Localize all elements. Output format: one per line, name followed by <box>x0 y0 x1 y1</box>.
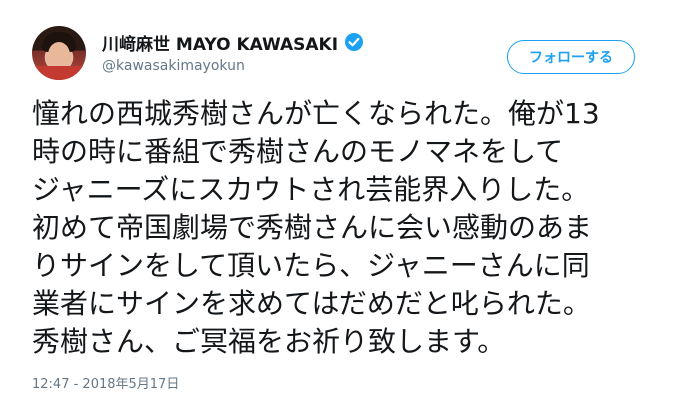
display-name[interactable]: 川﨑麻世 MAYO KAWASAKI <box>102 30 338 55</box>
tweet-text-line: りサインをして頂いたら、ジャニーさんに同 <box>32 249 590 282</box>
avatar-collar <box>32 66 86 80</box>
author-name-row: 川﨑麻世 MAYO KAWASAKI <box>102 30 364 55</box>
tweet-text-line: 時の時に番組で秀樹さんのモノマネをして <box>32 135 564 168</box>
tweet-text-line: ジャニーズにスカウトされ芸能界入りした。 <box>32 173 590 206</box>
tweet-card: 川﨑麻世 MAYO KAWASAKI @kawasakimayokun フォロー… <box>0 0 700 401</box>
tweet-text: 憧れの西城秀樹さんが亡くなられた。俺が13 時の時に番組で秀樹さんのモノマネをし… <box>32 95 682 361</box>
tweet-text-line: 秀樹さん、ご冥福をお祈り致します。 <box>32 325 506 358</box>
avatar-face <box>48 42 70 68</box>
avatar[interactable] <box>32 26 86 80</box>
tweet-text-line: 業者にサインを求めてはだめだと叱られた。 <box>32 287 591 320</box>
verified-badge-icon <box>344 32 364 52</box>
tweet-text-line: 憧れの西城秀樹さんが亡くなられた。俺が13 <box>32 97 600 130</box>
follow-button[interactable]: フォローする <box>507 40 635 74</box>
tweet-text-line: 初めて帝国劇場で秀樹さんに会い感動のあま <box>32 211 593 244</box>
user-handle[interactable]: @kawasakimayokun <box>102 58 245 74</box>
tweet-timestamp[interactable]: 12:47 - 2018年5月17日 <box>32 373 179 392</box>
